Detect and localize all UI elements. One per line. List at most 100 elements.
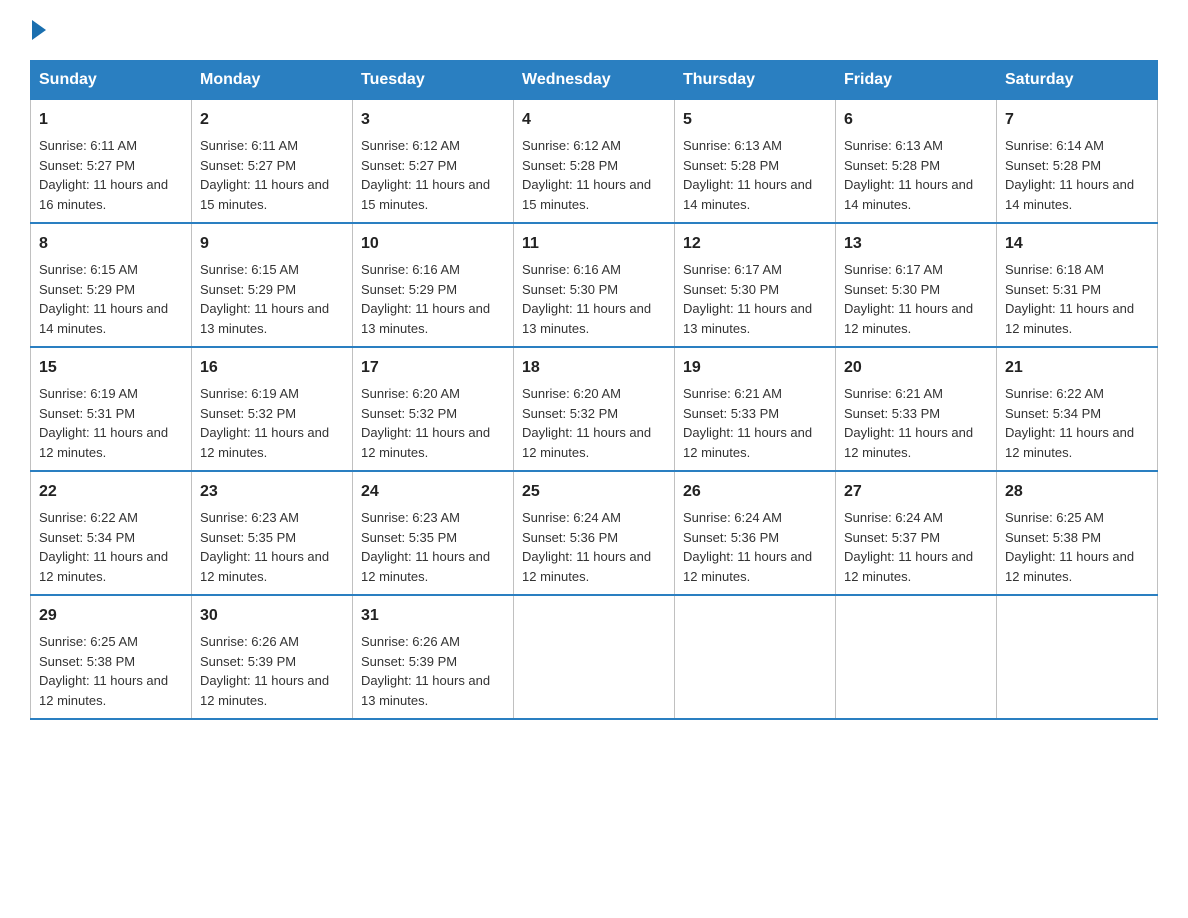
sunrise-info: Sunrise: 6:17 AM [683, 262, 782, 277]
daylight-info: Daylight: 11 hours and 15 minutes. [522, 177, 651, 212]
day-number: 31 [361, 604, 505, 628]
sunrise-info: Sunrise: 6:22 AM [39, 510, 138, 525]
daylight-info: Daylight: 11 hours and 12 minutes. [683, 425, 812, 460]
sunrise-info: Sunrise: 6:22 AM [1005, 386, 1104, 401]
day-number: 24 [361, 480, 505, 504]
week-row-4: 22 Sunrise: 6:22 AM Sunset: 5:34 PM Dayligh… [31, 471, 1158, 595]
day-number: 22 [39, 480, 183, 504]
day-cell: 2Sunrise: 6:11 AMSunset: 5:27 PMDaylight… [192, 100, 353, 224]
daylight-info: Daylight: 11 hours and 13 minutes. [683, 301, 812, 336]
day-cell [997, 595, 1158, 719]
sunrise-info: Sunrise: 6:16 AM [361, 262, 460, 277]
daylight-info: Daylight: 11 hours and 12 minutes. [361, 425, 490, 460]
daylight-info: Daylight: 11 hours and 12 minutes. [361, 549, 490, 584]
sunset-info: Sunset: 5:28 PM [522, 158, 618, 173]
day-number: 15 [39, 356, 183, 380]
day-cell: 13Sunrise: 6:17 AMSunset: 5:30 PMDayligh… [836, 223, 997, 347]
day-cell: 24Sunrise: 6:23 AMSunset: 5:35 PMDayligh… [353, 471, 514, 595]
day-number: 11 [522, 232, 666, 256]
sunrise-info: Sunrise: 6:21 AM [683, 386, 782, 401]
week-row-1: 1 Sunrise: 6:11 AM Sunset: 5:27 PM Daylight… [31, 100, 1158, 224]
sunset-info: Sunset: 5:35 PM [200, 530, 296, 545]
day-number: 25 [522, 480, 666, 504]
sunrise-info: Sunrise: 6:17 AM [844, 262, 943, 277]
day-number: 2 [200, 108, 344, 132]
day-cell: 31Sunrise: 6:26 AMSunset: 5:39 PMDayligh… [353, 595, 514, 719]
sunrise-info: Sunrise: 6:13 AM [683, 138, 782, 153]
sunset-info: Sunset: 5:28 PM [683, 158, 779, 173]
day-cell: 16Sunrise: 6:19 AMSunset: 5:32 PMDayligh… [192, 347, 353, 471]
daylight-info: Daylight: 11 hours and 12 minutes. [683, 549, 812, 584]
day-cell: 15Sunrise: 6:19 AMSunset: 5:31 PMDayligh… [31, 347, 192, 471]
day-number: 19 [683, 356, 827, 380]
day-cell: 21Sunrise: 6:22 AMSunset: 5:34 PMDayligh… [997, 347, 1158, 471]
daylight-info: Daylight: 11 hours and 13 minutes. [361, 673, 490, 708]
day-number: 29 [39, 604, 183, 628]
daylight-info: Daylight: 11 hours and 13 minutes. [361, 301, 490, 336]
day-number: 3 [361, 108, 505, 132]
daylight-info: Daylight: 11 hours and 14 minutes. [39, 301, 168, 336]
day-cell: 26Sunrise: 6:24 AMSunset: 5:36 PMDayligh… [675, 471, 836, 595]
sunset-info: Sunset: 5:32 PM [522, 406, 618, 421]
sunrise-info: Sunrise: 6:25 AM [39, 634, 138, 649]
day-cell: 30Sunrise: 6:26 AMSunset: 5:39 PMDayligh… [192, 595, 353, 719]
day-cell: 18Sunrise: 6:20 AMSunset: 5:32 PMDayligh… [514, 347, 675, 471]
sunset-info: Sunset: 5:27 PM [39, 158, 135, 173]
daylight-info: Daylight: 11 hours and 12 minutes. [844, 301, 973, 336]
header-friday: Friday [836, 61, 997, 100]
calendar-table: SundayMondayTuesdayWednesdayThursdayFrid… [30, 60, 1158, 720]
day-number: 9 [200, 232, 344, 256]
sunset-info: Sunset: 5:34 PM [39, 530, 135, 545]
day-number: 30 [200, 604, 344, 628]
sunset-info: Sunset: 5:27 PM [361, 158, 457, 173]
sunset-info: Sunset: 5:38 PM [1005, 530, 1101, 545]
sunset-info: Sunset: 5:34 PM [1005, 406, 1101, 421]
daylight-info: Daylight: 11 hours and 12 minutes. [39, 673, 168, 708]
sunrise-info: Sunrise: 6:12 AM [361, 138, 460, 153]
daylight-info: Daylight: 11 hours and 12 minutes. [39, 549, 168, 584]
day-number: 5 [683, 108, 827, 132]
header-wednesday: Wednesday [514, 61, 675, 100]
day-number: 26 [683, 480, 827, 504]
sunset-info: Sunset: 5:31 PM [1005, 282, 1101, 297]
sunset-info: Sunset: 5:39 PM [361, 654, 457, 669]
daylight-info: Daylight: 11 hours and 14 minutes. [683, 177, 812, 212]
daylight-info: Daylight: 11 hours and 12 minutes. [200, 425, 329, 460]
header-thursday: Thursday [675, 61, 836, 100]
day-cell: 12Sunrise: 6:17 AMSunset: 5:30 PMDayligh… [675, 223, 836, 347]
day-cell: 11Sunrise: 6:16 AMSunset: 5:30 PMDayligh… [514, 223, 675, 347]
day-number: 23 [200, 480, 344, 504]
daylight-info: Daylight: 11 hours and 15 minutes. [200, 177, 329, 212]
sunrise-info: Sunrise: 6:11 AM [200, 138, 298, 153]
sunrise-info: Sunrise: 6:21 AM [844, 386, 943, 401]
sunset-info: Sunset: 5:37 PM [844, 530, 940, 545]
sunrise-info: Sunrise: 6:24 AM [683, 510, 782, 525]
page-header [30, 20, 1158, 40]
sunrise-info: Sunrise: 6:24 AM [522, 510, 621, 525]
day-cell: 22 Sunrise: 6:22 AM Sunset: 5:34 PM Dayligh… [31, 471, 192, 595]
daylight-info: Daylight: 11 hours and 12 minutes. [200, 549, 329, 584]
day-cell: 6Sunrise: 6:13 AMSunset: 5:28 PMDaylight… [836, 100, 997, 224]
daylight-info: Daylight: 11 hours and 12 minutes. [1005, 425, 1134, 460]
daylight-info: Daylight: 11 hours and 12 minutes. [1005, 301, 1134, 336]
day-number: 7 [1005, 108, 1149, 132]
daylight-info: Daylight: 11 hours and 13 minutes. [200, 301, 329, 336]
day-number: 4 [522, 108, 666, 132]
sunrise-info: Sunrise: 6:15 AM [200, 262, 299, 277]
daylight-info: Daylight: 11 hours and 12 minutes. [844, 549, 973, 584]
sunset-info: Sunset: 5:29 PM [361, 282, 457, 297]
sunset-info: Sunset: 5:30 PM [522, 282, 618, 297]
sunrise-info: Sunrise: 6:16 AM [522, 262, 621, 277]
header-sunday: Sunday [31, 61, 192, 100]
daylight-info: Daylight: 11 hours and 14 minutes. [1005, 177, 1134, 212]
sunrise-info: Sunrise: 6:24 AM [844, 510, 943, 525]
day-number: 1 [39, 108, 183, 132]
day-number: 20 [844, 356, 988, 380]
header-row: SundayMondayTuesdayWednesdayThursdayFrid… [31, 61, 1158, 100]
day-cell: 3Sunrise: 6:12 AMSunset: 5:27 PMDaylight… [353, 100, 514, 224]
day-cell [836, 595, 997, 719]
header-monday: Monday [192, 61, 353, 100]
day-cell [514, 595, 675, 719]
day-number: 10 [361, 232, 505, 256]
week-row-2: 8Sunrise: 6:15 AMSunset: 5:29 PMDaylight… [31, 223, 1158, 347]
